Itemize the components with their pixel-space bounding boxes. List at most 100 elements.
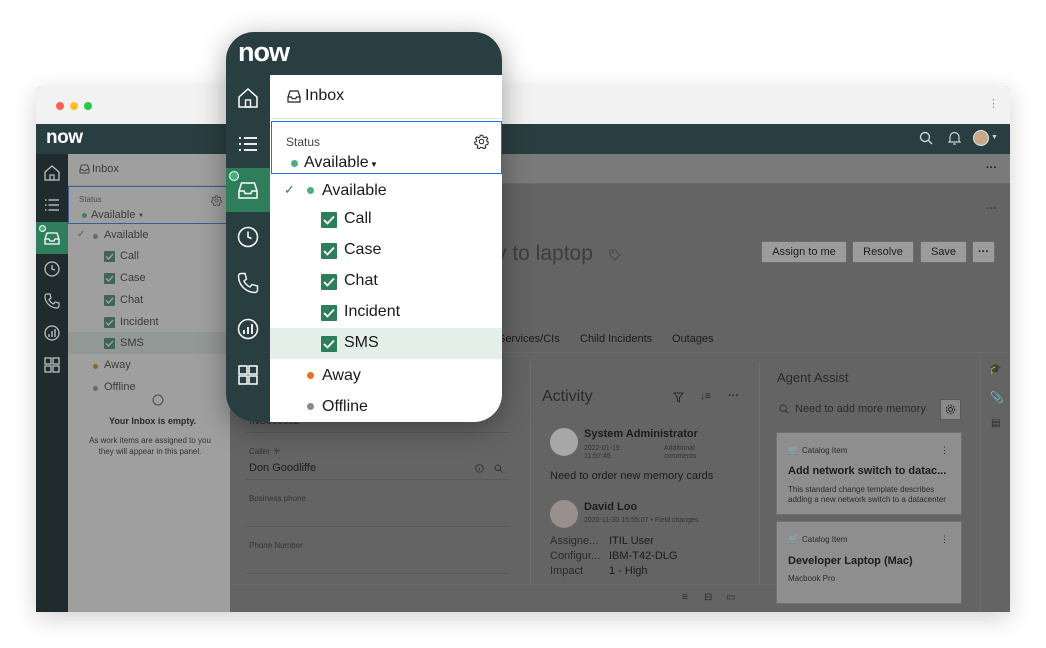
chevron-down-icon[interactable]: ▼ bbox=[991, 134, 998, 141]
save-button[interactable]: Save bbox=[920, 241, 967, 263]
edit-icon bbox=[550, 500, 578, 528]
avatar[interactable] bbox=[973, 130, 989, 146]
caller-field[interactable]: Don Goodliffe bbox=[249, 462, 316, 474]
channel-checkbox-case[interactable] bbox=[321, 243, 337, 259]
tab-outages[interactable]: Outages bbox=[672, 333, 714, 345]
home-icon[interactable] bbox=[236, 86, 260, 110]
sort-icon[interactable]: ↓≡ bbox=[700, 391, 711, 402]
vertical-dots-icon[interactable]: ⋮ bbox=[940, 534, 949, 545]
activity-time: 11:57:45 bbox=[584, 453, 611, 460]
presence-option-away[interactable]: Away bbox=[104, 359, 131, 371]
cart-icon: 🛒 bbox=[788, 534, 800, 544]
channel-checkbox-call[interactable] bbox=[104, 251, 115, 262]
phone-icon[interactable] bbox=[43, 292, 61, 310]
status-label: Status bbox=[79, 195, 102, 204]
tag-icon[interactable] bbox=[609, 249, 621, 261]
activity-author: System Administrator bbox=[584, 428, 698, 440]
channel-checkbox-sms[interactable] bbox=[104, 338, 115, 349]
phone-icon[interactable] bbox=[236, 271, 260, 295]
grid-icon[interactable] bbox=[236, 363, 260, 387]
activity-text: Need to order new memory cards bbox=[550, 470, 714, 482]
chevron-down-icon: ▼ bbox=[138, 213, 144, 219]
document-icon[interactable]: ▤ bbox=[991, 418, 1000, 429]
channel-label: Chat bbox=[120, 294, 144, 306]
catalog-card[interactable]: 🛒 Catalog Item ⋮ Add network switch to d… bbox=[776, 432, 962, 515]
bell-icon[interactable] bbox=[948, 131, 961, 145]
channel-label: SMS bbox=[120, 337, 144, 349]
inbox-panel: Inbox Status Available ▼ ✓ Available Cal… bbox=[68, 154, 230, 612]
more-options-icon[interactable]: ··· bbox=[728, 390, 739, 402]
agent-assist-settings-button[interactable] bbox=[940, 399, 961, 420]
presence-dot bbox=[93, 386, 98, 391]
split-view-icon[interactable]: ⊟ bbox=[704, 592, 712, 603]
analytics-icon[interactable] bbox=[43, 324, 61, 342]
phone-number-field[interactable] bbox=[246, 573, 510, 574]
catalog-card[interactable]: 🛒 Catalog Item ⋮ Developer Laptop (Mac) … bbox=[776, 521, 962, 604]
list-view-icon[interactable]: ≡ bbox=[682, 592, 688, 603]
inbox-empty-title: Your Inbox is empty. bbox=[109, 416, 197, 426]
channel-checkbox-chat[interactable] bbox=[104, 295, 115, 306]
channel-checkbox-sms[interactable] bbox=[321, 336, 337, 352]
agent-assist-title: Agent Assist bbox=[777, 370, 849, 385]
status-presence-dot bbox=[291, 160, 298, 167]
graduation-cap-icon[interactable]: 🎓 bbox=[989, 364, 1001, 375]
clock-icon[interactable] bbox=[236, 225, 260, 249]
more-options-icon[interactable]: ··· bbox=[986, 162, 997, 174]
avatar bbox=[550, 428, 578, 456]
maximize-window-dot[interactable] bbox=[84, 102, 92, 110]
status-selector[interactable]: Status Available ▼ bbox=[271, 121, 502, 174]
inbox-rail-item-active[interactable] bbox=[36, 222, 68, 254]
more-actions-button[interactable]: ··· bbox=[972, 241, 995, 263]
status-selector[interactable]: Status Available ▼ bbox=[68, 186, 230, 224]
presence-option-offline[interactable]: Offline bbox=[322, 398, 368, 416]
more-options-icon[interactable]: ··· bbox=[986, 203, 997, 215]
search-icon[interactable] bbox=[494, 464, 503, 473]
info-icon[interactable] bbox=[475, 464, 484, 473]
change-label: Impact bbox=[550, 565, 584, 577]
home-icon[interactable] bbox=[43, 164, 61, 182]
gear-icon[interactable] bbox=[474, 134, 489, 149]
tab-child-incidents[interactable]: Child Incidents bbox=[580, 333, 652, 345]
channel-checkbox-incident[interactable] bbox=[321, 305, 337, 321]
activity-date: 2022-01-19 bbox=[584, 445, 620, 452]
list-icon[interactable] bbox=[236, 132, 260, 156]
gear-icon[interactable] bbox=[211, 195, 222, 206]
resolve-button[interactable]: Resolve bbox=[852, 241, 914, 263]
minimize-window-dot[interactable] bbox=[70, 102, 78, 110]
field-underline bbox=[246, 432, 510, 433]
inbox-rail-item-active[interactable] bbox=[226, 168, 270, 212]
assign-to-me-button[interactable]: Assign to me bbox=[761, 241, 847, 263]
record-title: y to laptop bbox=[496, 242, 593, 265]
now-logo[interactable]: now bbox=[46, 127, 83, 149]
now-logo: now bbox=[238, 37, 290, 67]
attachment-icon[interactable]: 📎 bbox=[990, 391, 1004, 404]
channel-checkbox-case[interactable] bbox=[104, 273, 115, 284]
single-view-icon[interactable]: ▭ bbox=[726, 592, 735, 603]
business-phone-field[interactable] bbox=[246, 526, 510, 527]
browser-chrome: ⋮ bbox=[36, 86, 1010, 124]
presence-option-offline[interactable]: Offline bbox=[104, 381, 136, 393]
filter-icon[interactable] bbox=[673, 392, 684, 403]
presence-option-away[interactable]: Away bbox=[322, 367, 361, 385]
channel-checkbox-call[interactable] bbox=[321, 212, 337, 228]
grid-icon[interactable] bbox=[43, 356, 61, 374]
vertical-dots-icon[interactable]: ⋮ bbox=[940, 445, 949, 456]
channel-checkbox-incident[interactable] bbox=[104, 317, 115, 328]
agent-assist-search-input[interactable]: Need to add more memory bbox=[795, 403, 926, 415]
tab-services-cis[interactable]: Services/CIs bbox=[498, 333, 560, 345]
activity-footer-divider bbox=[230, 584, 780, 585]
presence-dot bbox=[93, 364, 98, 369]
search-icon[interactable] bbox=[919, 131, 933, 145]
analytics-icon[interactable] bbox=[236, 317, 260, 341]
vertical-dots-icon[interactable]: ⋮ bbox=[988, 99, 999, 110]
phone-number-label: Phone Number bbox=[249, 541, 303, 550]
presence-option-available[interactable]: Available bbox=[322, 182, 387, 200]
status-presence-dot bbox=[82, 213, 87, 218]
channel-checkbox-chat[interactable] bbox=[321, 274, 337, 290]
presence-option-available[interactable]: Available bbox=[104, 229, 148, 241]
list-icon[interactable] bbox=[43, 196, 61, 214]
clock-icon[interactable] bbox=[43, 260, 61, 278]
inbox-title: Inbox bbox=[92, 163, 119, 175]
close-window-dot[interactable] bbox=[56, 102, 64, 110]
presence-dot bbox=[307, 372, 314, 379]
